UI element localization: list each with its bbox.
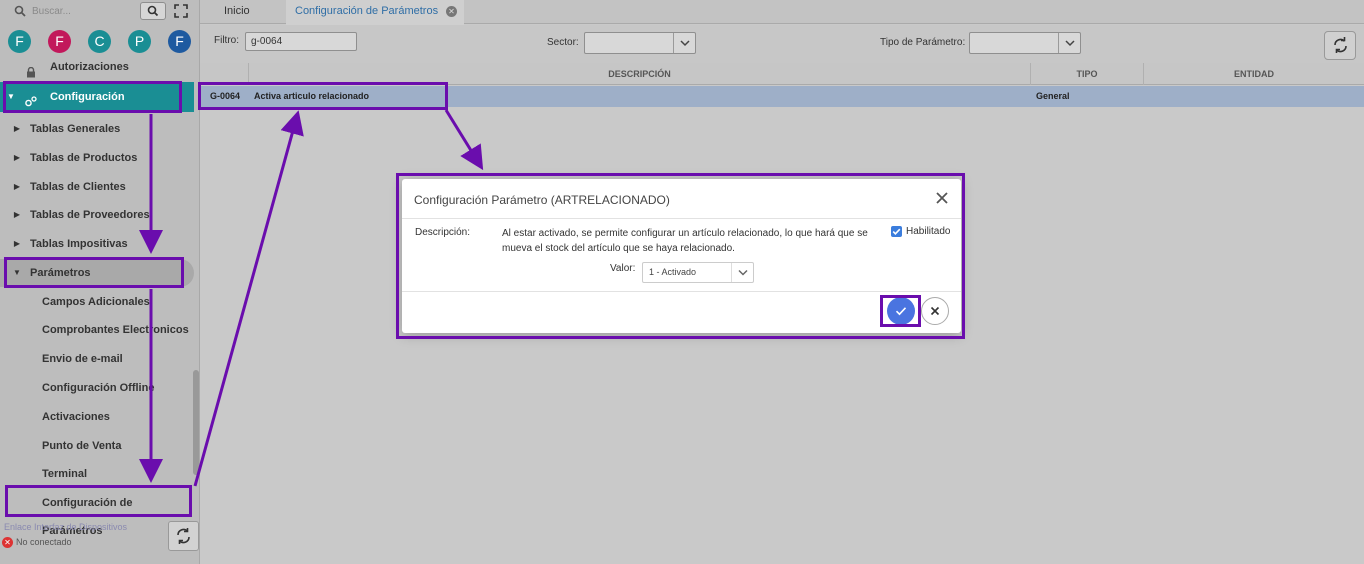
sidebar-item-terminal[interactable]: Terminal (0, 460, 194, 488)
caret-right-icon: ▶ (13, 124, 21, 133)
column-header-tipo[interactable]: TIPO (1030, 63, 1143, 85)
sidebar-item-punto-de-venta[interactable]: Punto de Venta (0, 432, 194, 460)
caret-right-icon: ▶ (13, 210, 21, 219)
avatar[interactable]: F (48, 30, 71, 53)
tipo-parametro-label: Tipo de Parámetro: (880, 37, 966, 48)
filter-bar: Filtro: g-0064 Sector: Tipo de Parámetro… (200, 25, 1364, 63)
sidebar-item-tablas-generales[interactable]: ▶ Tablas Generales (0, 115, 194, 143)
search-button[interactable] (140, 2, 166, 20)
sidebar-item-label: Autorizaciones (50, 61, 129, 73)
sidebar-item-label: Campos Adicionales (42, 296, 150, 308)
sector-select[interactable] (584, 32, 696, 54)
avatar[interactable]: C (88, 30, 111, 53)
sidebar-item-envio-email[interactable]: Envio de e-mail (0, 345, 194, 373)
chevron-down-icon (673, 33, 695, 53)
row-tipo: General (1036, 91, 1070, 101)
sidebar-item-comprobantes-electronicos[interactable]: Comprobantes Electronicos (0, 316, 194, 344)
sidebar-item-label: Configuración Offline (42, 382, 155, 394)
search-icon (14, 5, 26, 17)
avatar[interactable]: P (128, 30, 151, 53)
sidebar-item-tablas-productos[interactable]: ▶ Tablas de Productos (0, 144, 194, 172)
sector-label: Sector: (547, 37, 579, 48)
caret-right-icon: ▶ (13, 153, 21, 162)
sidebar-item-tablas-impositivas[interactable]: ▶ Tablas Impositivas (0, 230, 194, 258)
sidebar-item-label: Activaciones (42, 411, 110, 423)
device-interface-link[interactable]: Enlace Interfaz de Dispositivos (4, 522, 127, 532)
fullscreen-icon[interactable] (174, 4, 188, 18)
caret-right-icon: ▶ (13, 239, 21, 248)
sidebar-item-configuracion-offline[interactable]: Configuración Offline (0, 374, 194, 402)
tipo-parametro-select[interactable] (969, 32, 1081, 54)
sidebar-item-label: Tablas de Productos (30, 152, 138, 164)
chevron-down-icon (1058, 33, 1080, 53)
connection-status: No conectado (16, 537, 72, 547)
sidebar-item-campos-adicionales[interactable]: Campos Adicionales (0, 288, 194, 316)
sidebar-footer: Enlace Interfaz de Dispositivos ✕ No con… (0, 519, 200, 564)
annotation-box (4, 257, 184, 288)
avatar[interactable]: F (168, 30, 191, 53)
sidebar-search: Buscar... (0, 0, 200, 24)
sidebar-item-activaciones[interactable]: Activaciones (0, 403, 194, 431)
sidebar-scrollbar[interactable] (193, 370, 199, 475)
refresh-button[interactable] (1324, 31, 1356, 60)
sidebar-item-label: Tablas de Clientes (30, 181, 126, 193)
annotation-box (5, 485, 192, 517)
sidebar-item-label: Comprobantes Electronicos (42, 324, 189, 336)
error-icon: ✕ (2, 537, 13, 548)
sidebar-item-label: Tablas Generales (30, 123, 121, 135)
column-header-entidad[interactable]: ENTIDAD (1143, 63, 1364, 85)
annotation-box (880, 295, 921, 327)
sidebar-item-label: Envio de e-mail (42, 353, 123, 365)
tab-label: Configuración de Parámetros (295, 5, 439, 17)
annotation-box (3, 81, 182, 113)
filtro-input[interactable]: g-0064 (245, 32, 357, 51)
close-icon[interactable]: ✕ (446, 6, 457, 17)
sidebar-item-label: Tablas Impositivas (30, 238, 128, 250)
caret-right-icon: ▶ (13, 182, 21, 191)
sidebar-item-tablas-proveedores[interactable]: ▶ Tablas de Proveedores (0, 201, 194, 229)
tab-inicio[interactable]: Inicio (224, 0, 250, 24)
reconnect-button[interactable] (168, 521, 199, 551)
filtro-label: Filtro: (214, 35, 239, 46)
refresh-icon (177, 528, 190, 544)
search-input[interactable]: Buscar... (32, 6, 71, 17)
tab-bar: Inicio Configuración de Parámetros ✕ (200, 0, 1364, 25)
sidebar-item-label: Tablas de Proveedores (30, 209, 150, 221)
search-icon (147, 5, 159, 17)
annotation-box (198, 82, 448, 110)
sidebar-item-label: Terminal (42, 468, 88, 480)
avatar[interactable]: F (8, 30, 31, 53)
filtro-value: g-0064 (251, 36, 283, 47)
sidebar-item-tablas-clientes[interactable]: ▶ Tablas de Clientes (0, 173, 194, 201)
refresh-icon (1334, 37, 1347, 53)
sidebar-item-label: Punto de Venta (42, 440, 122, 452)
sidebar-item-autorizaciones[interactable]: Autorizaciones (0, 53, 194, 81)
tab-configuracion-parametros[interactable]: Configuración de Parámetros ✕ (286, 0, 464, 25)
